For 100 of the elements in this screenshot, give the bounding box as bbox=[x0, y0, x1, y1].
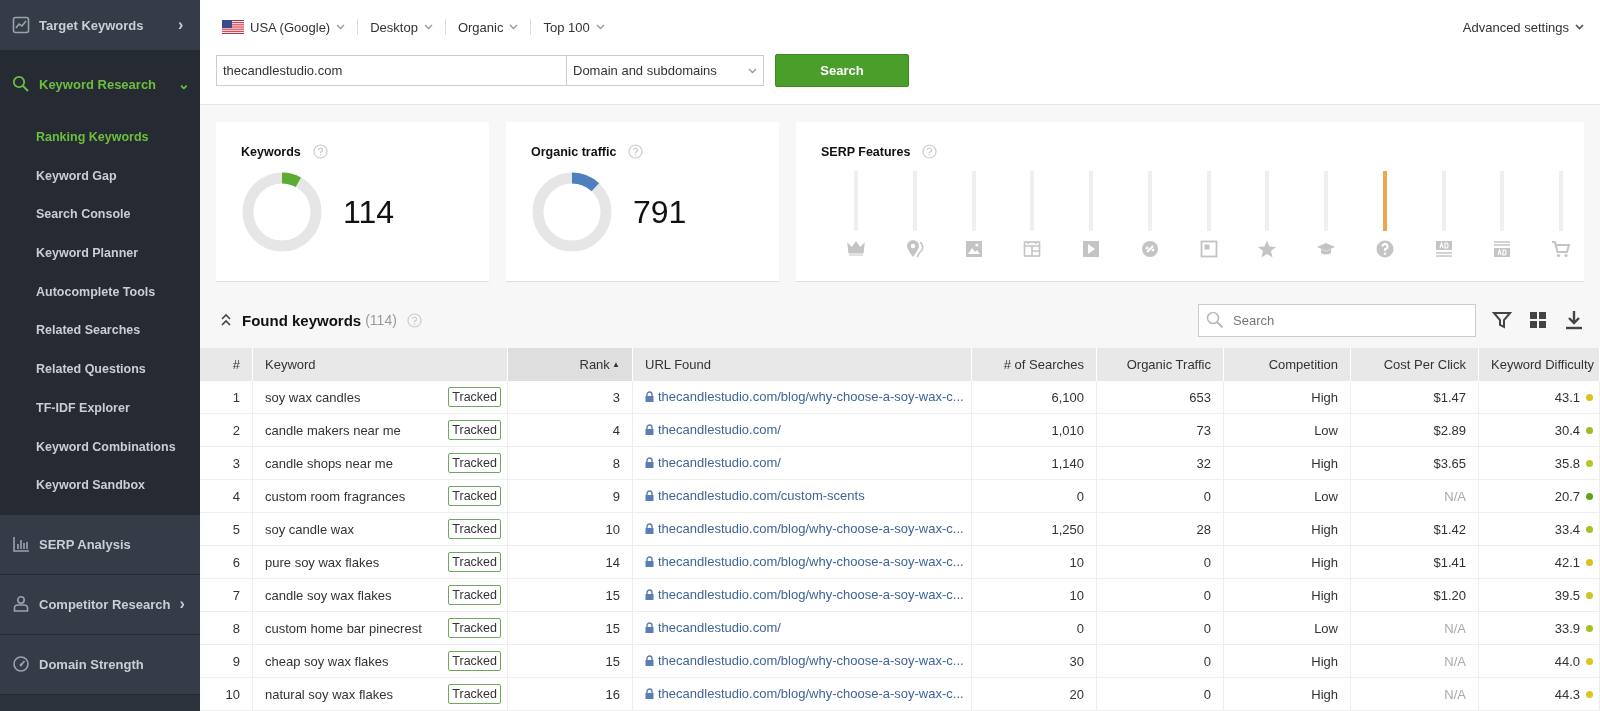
sidebar-subitem[interactable]: Related Questions bbox=[0, 350, 200, 389]
keyword-cell: custom home bar pinecrest bbox=[265, 620, 422, 636]
table-cell: 0 bbox=[1096, 578, 1224, 612]
column-header[interactable]: Rank $^{▲}$ bbox=[507, 348, 633, 381]
table-cell: N/A bbox=[1350, 677, 1479, 711]
sidebar-subitem[interactable]: Related Searches bbox=[0, 311, 200, 351]
table-cell: 73 bbox=[1096, 413, 1224, 447]
tracked-badge[interactable]: Tracked bbox=[448, 453, 501, 473]
sidebar-subitem[interactable]: Keyword Gap bbox=[0, 156, 200, 196]
keyword-cell: candle shops near me bbox=[265, 455, 393, 471]
url-link[interactable]: thecandlestudio.com/custom-scents bbox=[645, 488, 865, 503]
sidebar-item[interactable]: Competitor Research › bbox=[0, 574, 200, 635]
tracked-badge[interactable]: Tracked bbox=[448, 552, 501, 572]
url-link[interactable]: thecandlestudio.com/ bbox=[645, 455, 781, 470]
table-cell: 9 bbox=[507, 479, 633, 513]
lock-icon bbox=[645, 688, 654, 699]
table-cell: 1,140 bbox=[971, 446, 1097, 480]
table-cell: $1.41 bbox=[1350, 545, 1479, 579]
chevron-icon: ⌄ bbox=[178, 79, 188, 89]
table-cell: 0 bbox=[971, 479, 1097, 513]
table-cell: 20 bbox=[971, 677, 1097, 711]
lock-icon bbox=[645, 424, 654, 435]
scope-dropdown[interactable]: Domain and subdomains bbox=[566, 55, 764, 86]
tracked-badge[interactable]: Tracked bbox=[448, 651, 501, 671]
column-header[interactable]: URL Found bbox=[632, 348, 972, 381]
sidebar-subitem[interactable]: Keyword Combinations bbox=[0, 427, 200, 467]
sidebar-subitem[interactable]: Ranking Keywords bbox=[0, 118, 200, 157]
person-icon bbox=[12, 595, 30, 614]
sidebar-item[interactable]: Domain Strength bbox=[0, 634, 200, 695]
tracked-badge[interactable]: Tracked bbox=[448, 618, 501, 638]
table-cell: 1,010 bbox=[971, 413, 1097, 447]
table-cell: 32 bbox=[1096, 446, 1224, 480]
keyword-cell: pure soy wax flakes bbox=[265, 554, 380, 570]
sidebar-item[interactable]: Target Keywords › bbox=[0, 0, 200, 51]
url-link[interactable]: thecandlestudio.com/ bbox=[645, 422, 781, 437]
tracked-badge[interactable]: Tracked bbox=[448, 519, 501, 539]
url-field[interactable]: thecandlestudio.com bbox=[216, 55, 566, 86]
tracked-badge[interactable]: Tracked bbox=[448, 684, 501, 704]
filter-icon bbox=[1492, 310, 1512, 330]
shopping-cart-icon bbox=[1551, 239, 1571, 259]
filter-dropdown[interactable]: Organic bbox=[444, 19, 531, 35]
tracked-badge[interactable]: Tracked bbox=[448, 486, 501, 506]
stat-value: 114 bbox=[343, 193, 394, 231]
chevron-icon: › bbox=[179, 595, 188, 614]
sidebar-item[interactable]: SERP Analysis bbox=[0, 514, 200, 575]
column-header[interactable]: Organic Traffic bbox=[1096, 348, 1224, 381]
keyword-cell: candle soy wax flakes bbox=[265, 587, 392, 603]
column-header[interactable]: Cost Per Click bbox=[1350, 348, 1479, 381]
row-number: 3 bbox=[200, 446, 253, 480]
grid-icon bbox=[1528, 310, 1548, 330]
table-cell: 15 bbox=[507, 578, 633, 612]
url-link[interactable]: thecandlestudio.com/blog/why-choose-a-soy-wax-c... bbox=[645, 653, 964, 668]
keyword-count: (114) bbox=[365, 312, 397, 328]
advanced-settings-dropdown[interactable]: Advanced settings bbox=[1450, 19, 1584, 35]
url-link[interactable]: thecandlestudio.com/blog/why-choose-a-soy-wax-c... bbox=[645, 521, 964, 536]
flag-icon bbox=[222, 19, 244, 35]
column-header[interactable]: Competition bbox=[1223, 348, 1351, 381]
column-header[interactable]: # of Searches bbox=[971, 348, 1097, 381]
filter-dropdown[interactable]: Desktop bbox=[357, 19, 445, 35]
table-cell: Low bbox=[1223, 413, 1351, 447]
sidebar-subitem[interactable]: TF-IDF Explorer bbox=[0, 388, 200, 428]
sidebar-subitem[interactable]: Keyword Planner bbox=[0, 234, 200, 273]
url-link[interactable]: thecandlestudio.com/ bbox=[645, 620, 781, 635]
tracked-badge[interactable]: Tracked bbox=[448, 420, 501, 440]
column-header[interactable]: # bbox=[200, 348, 253, 381]
tracked-badge[interactable]: Tracked bbox=[448, 387, 501, 407]
search-field[interactable]: Search bbox=[1198, 303, 1476, 337]
table-cell: High bbox=[1223, 578, 1351, 612]
table-cell: High bbox=[1223, 644, 1351, 678]
table-cell: 10 bbox=[507, 512, 633, 546]
table-cell: 33.9 bbox=[1554, 620, 1580, 636]
table-cell: 30 bbox=[971, 644, 1097, 678]
column-header[interactable]: Keyword bbox=[252, 348, 508, 381]
bar-chart-icon bbox=[12, 535, 30, 554]
sidebar-subitem[interactable]: Autocomplete Tools bbox=[0, 272, 200, 312]
row-number: 5 bbox=[200, 512, 253, 546]
url-link[interactable]: thecandlestudio.com/blog/why-choose-a-soy-wax-c... bbox=[645, 587, 964, 602]
table-cell: $1.42 bbox=[1350, 512, 1479, 546]
crown-icon bbox=[846, 239, 866, 259]
keyword-cell: soy candle wax bbox=[265, 521, 354, 537]
url-link[interactable]: thecandlestudio.com/blog/why-choose-a-soy-wax-c... bbox=[645, 554, 964, 569]
filter-dropdown[interactable]: USA (Google) bbox=[216, 19, 358, 35]
help-icon bbox=[922, 144, 938, 159]
sidebar-item[interactable]: Keyword Research ⌄ bbox=[0, 51, 200, 118]
url-link[interactable]: thecandlestudio.com/blog/why-choose-a-soy-wax-c... bbox=[645, 686, 964, 701]
sidebar-subitem[interactable]: Search Console bbox=[0, 195, 200, 235]
table-cell: 10 bbox=[971, 545, 1097, 579]
url-link[interactable]: thecandlestudio.com/blog/why-choose-a-soy-wax-c... bbox=[645, 389, 964, 404]
lock-icon bbox=[645, 589, 654, 600]
row-number: 2 bbox=[200, 413, 253, 447]
filter-dropdown[interactable]: Top 100 bbox=[530, 19, 617, 35]
table-cell: High bbox=[1223, 381, 1351, 414]
column-header[interactable]: Keyword Difficulty bbox=[1478, 348, 1600, 381]
caret-icon bbox=[336, 24, 346, 30]
table-cell: 20.7 bbox=[1554, 488, 1580, 504]
table-cell: High bbox=[1223, 512, 1351, 546]
ad-icon bbox=[1433, 239, 1454, 259]
lock-icon bbox=[645, 622, 654, 633]
sidebar-subitem[interactable]: Keyword Sandbox bbox=[0, 466, 200, 505]
tracked-badge[interactable]: Tracked bbox=[448, 585, 501, 605]
